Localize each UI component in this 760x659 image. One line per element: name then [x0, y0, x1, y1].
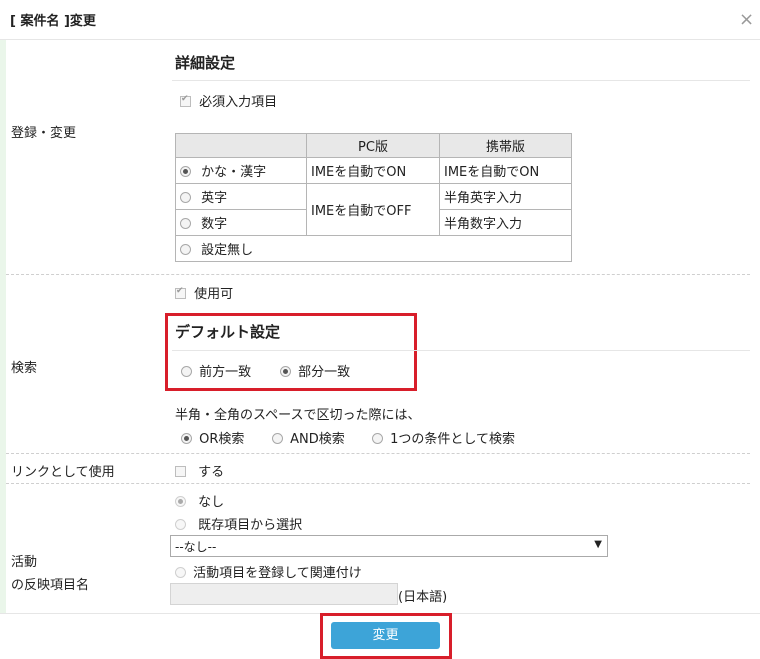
- row-divider: [6, 274, 750, 275]
- radio-none[interactable]: [180, 244, 191, 255]
- link-option[interactable]: する: [175, 461, 224, 480]
- language-suffix: (日本語): [398, 590, 448, 605]
- input-type-option[interactable]: かな・漢字: [175, 157, 307, 184]
- required-checkbox[interactable]: [180, 94, 191, 107]
- left-accent-bar: [0, 40, 6, 613]
- radio-activity-register[interactable]: [175, 567, 186, 578]
- radio-or-search[interactable]: [181, 433, 192, 444]
- pc-kana-cell: IMEを自動でON: [306, 157, 440, 184]
- search-usable-checkbox[interactable]: [175, 286, 186, 299]
- space-option-and[interactable]: AND検索: [272, 428, 345, 447]
- activity-option-none[interactable]: なし: [175, 491, 224, 510]
- radio-activity-none[interactable]: [175, 496, 186, 507]
- radio-partial-match[interactable]: [280, 366, 291, 377]
- radio-kana[interactable]: [180, 166, 191, 177]
- ime-settings-table: PC版 携帯版 かな・漢字 IMEを自動でON IMEを自動でON 英字 IME…: [175, 133, 572, 262]
- input-type-option[interactable]: 英字: [175, 183, 307, 210]
- link-checkbox-label: する: [198, 465, 225, 480]
- radio-alpha[interactable]: [180, 192, 191, 203]
- row-divider: [6, 453, 750, 454]
- activity-name-input[interactable]: [170, 583, 398, 605]
- activity-row-label-1: 活動: [11, 555, 38, 570]
- link-row-label: リンクとして使用: [11, 465, 115, 480]
- space-note: 半角・全角のスペースで区切った際には、: [175, 408, 421, 423]
- input-type-option[interactable]: 設定無し: [175, 235, 572, 262]
- detail-settings-heading: 詳細設定: [175, 54, 236, 72]
- dropdown-arrow-icon: ▼: [594, 539, 602, 550]
- activity-option-existing[interactable]: 既存項目から選択: [175, 514, 302, 533]
- mobile-num-cell: 半角数字入力: [439, 209, 572, 236]
- match-option-partial[interactable]: 部分一致: [280, 361, 350, 380]
- activity-option-register[interactable]: 活動項目を登録して関連付け: [175, 562, 362, 581]
- row-divider: [6, 483, 750, 484]
- radio-activity-existing[interactable]: [175, 519, 186, 530]
- table-header-pc: PC版: [306, 133, 440, 158]
- default-settings-heading: デフォルト設定: [175, 323, 281, 341]
- required-field-row[interactable]: 必須入力項目: [180, 91, 277, 110]
- close-icon[interactable]: ×: [739, 11, 754, 29]
- input-type-option[interactable]: 数字: [175, 209, 307, 236]
- required-label: 必須入力項目: [199, 95, 278, 110]
- activity-row-label-2: の反映項目名: [11, 578, 90, 593]
- header-divider: [0, 39, 760, 40]
- radio-prefix-match[interactable]: [181, 366, 192, 377]
- mobile-kana-cell: IMEを自動でON: [439, 157, 572, 184]
- space-option-single[interactable]: 1つの条件として検索: [372, 428, 515, 447]
- search-usable-label: 使用可: [194, 287, 234, 302]
- search-row-label: 検索: [11, 361, 38, 376]
- heading-divider: [172, 350, 750, 351]
- match-option-prefix[interactable]: 前方一致: [181, 361, 251, 380]
- register-row-label: 登録・変更: [11, 126, 77, 141]
- pc-alnum-cell: IMEを自動でOFF: [306, 183, 440, 236]
- activity-item-select[interactable]: --なし-- ▼: [170, 535, 608, 557]
- space-option-or[interactable]: OR検索: [181, 428, 244, 447]
- radio-single-condition[interactable]: [372, 433, 383, 444]
- heading-divider: [172, 80, 750, 81]
- search-usable-row[interactable]: 使用可: [175, 283, 233, 302]
- link-checkbox[interactable]: [175, 466, 186, 477]
- activity-select-value: --なし--: [175, 540, 217, 554]
- radio-number[interactable]: [180, 218, 191, 229]
- table-header-mobile: 携帯版: [439, 133, 572, 158]
- table-header-blank: [175, 133, 307, 158]
- mobile-alpha-cell: 半角英字入力: [439, 183, 572, 210]
- dialog-title: [ 案件名 ]変更: [10, 14, 96, 29]
- radio-and-search[interactable]: [272, 433, 283, 444]
- submit-button[interactable]: 変更: [331, 622, 440, 649]
